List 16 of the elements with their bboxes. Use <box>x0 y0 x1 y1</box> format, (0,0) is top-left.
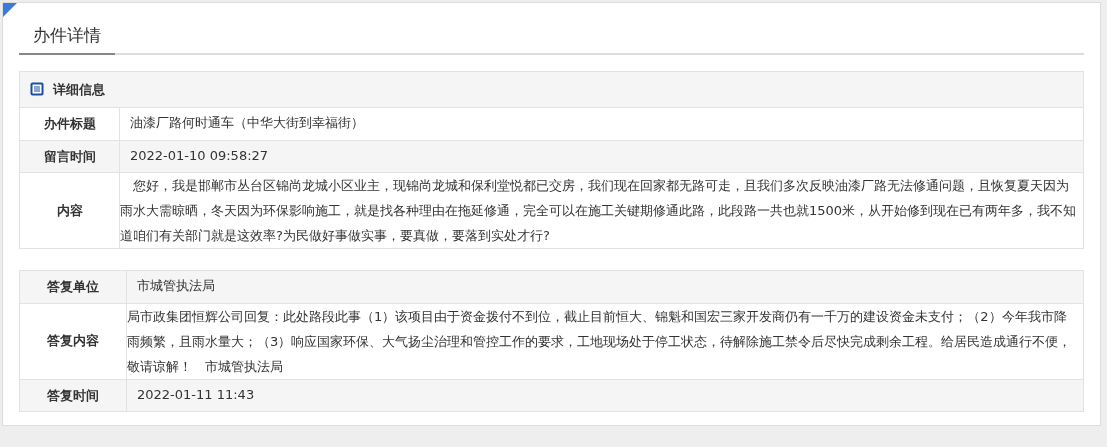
field-label: 办件标题 <box>20 108 120 140</box>
field-label: 答复单位 <box>20 271 127 303</box>
field-value: 2022-01-10 09:58:27 <box>129 146 270 165</box>
list-icon <box>30 82 44 97</box>
tab[interactable]: 办件详情 <box>19 17 115 55</box>
section-title: 详细信息 <box>53 80 105 99</box>
corner-marker <box>3 3 17 17</box>
field-value: 2022-01-11 11:43 <box>136 385 256 404</box>
field-label: 留言时间 <box>20 140 120 172</box>
field-value: 局市政集团恒辉公司回复：此处路段此事（1）该项目由于资金拨付不到位，截止目前恒大、锦魁和国宏三家开发商仍有一千万的建设资金未支付；（2）今年我市降雨频繁，且雨水量大；（3）响应国家环保、大气扬尘治理和管控工作的要求，工地现场处于停工状态，待解除施工禁令后尽快完成剩余工程。给居民造成通行不便，敬请谅解！ 市城管执法局 <box>127 307 1073 376</box>
field-value: 市城管执法局 <box>136 277 216 295</box>
field-value: 油漆厂路何时通车（中华大街到幸福街） <box>129 114 365 132</box>
field-label: 答复内容 <box>20 303 127 379</box>
field-label: 答复时间 <box>20 379 127 411</box>
field-value: 您好，我是邯郸市丛台区锦尚龙城小区业主，现锦尚龙城和保利堂悦都已交房，我们现在回家都无路可走，且我们多次反映油漆厂路无法修通问题，且恢复夏天因为雨水大需晾晒，冬天因为环保影响施工，就是找各种理由在拖延修通，完全可以在施工关键期修通此路，此段路一共也就1500米，从开始修到现在已有两年多，我不知道咱们有关部门就是这效率?为民做好事做实事，要真做，要落到实处才行? <box>120 177 1078 245</box>
field-label: 内容 <box>20 173 120 248</box>
